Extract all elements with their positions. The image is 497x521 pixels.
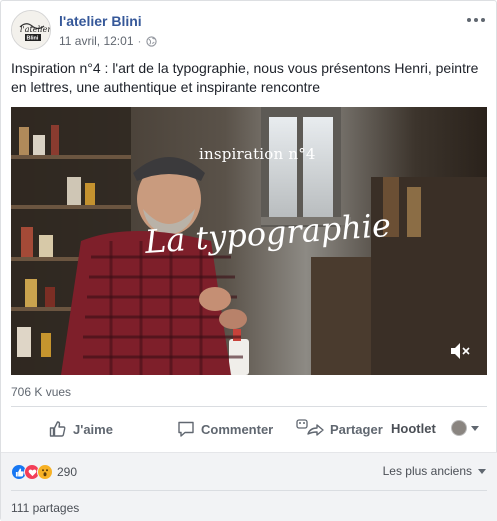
sort-label: Les plus anciens [382,464,472,478]
comment-bubble-icon [178,421,194,437]
video-subtitle: inspiration n°4 [199,145,316,163]
share-button[interactable]: Partager [296,414,383,444]
post-caption: Inspiration n°4 : l'art de la typographi… [11,60,479,95]
reaction-summary[interactable]: 290 [11,463,77,481]
hootlet-button[interactable]: Hootlet [391,421,436,436]
comment-sort-dropdown[interactable]: Les plus anciens [383,464,486,478]
share-count[interactable]: 111 partages [11,501,79,515]
footer-divider [11,490,487,491]
view-count: 706 K vues [11,385,72,399]
chevron-down-icon [478,468,486,474]
share-arrow-icon [296,419,324,436]
post-timestamp[interactable]: 11 avril, 12:01 [59,34,134,48]
post-header: l'atelier Blini l'atelier Blini 11 avril… [11,10,488,52]
actions-top-divider [11,406,487,407]
audience-selector[interactable] [451,420,479,436]
svg-text:Blini: Blini [27,36,39,42]
reactions-section: 290 Les plus anciens 111 partages [1,452,497,521]
page-name-link[interactable]: l'atelier Blini [59,13,142,29]
speaker-muted-icon[interactable] [449,341,471,361]
post-card: l'atelier Blini l'atelier Blini 11 avril… [0,0,497,521]
post-meta: 11 avril, 12:01 · [59,34,157,48]
thumbs-up-icon [49,421,66,437]
svg-text:l'atelier: l'atelier [20,25,51,34]
like-button[interactable]: J'aime [49,414,113,444]
wow-reaction-icon [37,464,53,480]
comment-button[interactable]: Commenter [177,414,273,444]
reaction-count: 290 [57,465,78,479]
atelier-blini-logo-icon: l'atelier Blini [12,11,51,49]
comment-label: Commenter [201,421,274,437]
chevron-down-icon [471,425,479,431]
page-avatar[interactable]: l'atelier Blini [11,10,51,50]
globe-icon[interactable] [145,35,157,47]
user-avatar [451,420,467,436]
more-options-icon[interactable] [466,14,486,26]
share-label: Partager [330,421,383,437]
video-player[interactable]: inspiration n°4 La typographie [11,107,487,375]
meta-separator: · [137,34,142,48]
like-label: J'aime [73,421,113,437]
post-actions: J'aime Commenter Partager Hootlet [11,414,487,444]
